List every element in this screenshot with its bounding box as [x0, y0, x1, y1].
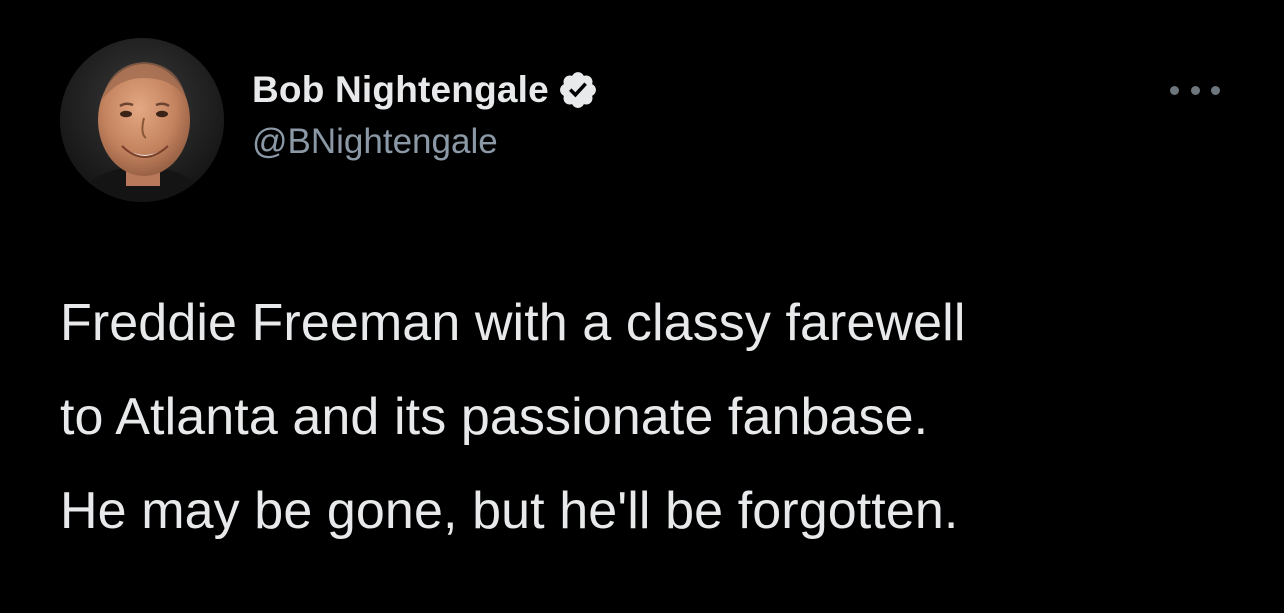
more-dot [1211, 85, 1220, 95]
tweet-text-line: He may be gone, but he'll be forgotten. [60, 482, 959, 540]
avatar-photo [60, 38, 224, 202]
name-row: Bob Nightengale [252, 66, 599, 114]
avatar[interactable] [60, 38, 224, 202]
author-info: Bob Nightengale @BNightengale [252, 66, 599, 162]
tweet-text-line: Freddie Freeman with a classy farewell [60, 294, 966, 352]
more-dot [1190, 85, 1200, 95]
user-handle[interactable]: @BNightengale [252, 122, 599, 162]
display-name[interactable]: Bob Nightengale [252, 69, 549, 111]
tweet-card: Bob Nightengale @BNightengale Freddie Fr… [0, 0, 1284, 613]
more-dot [1170, 85, 1179, 95]
more-options-icon[interactable] [1170, 78, 1220, 102]
tweet-text-line: to Atlanta and its passionate fanbase. [60, 388, 929, 446]
verified-badge-icon [557, 69, 599, 111]
tweet-text: Freddie Freeman with a classy farewell t… [60, 276, 1260, 558]
